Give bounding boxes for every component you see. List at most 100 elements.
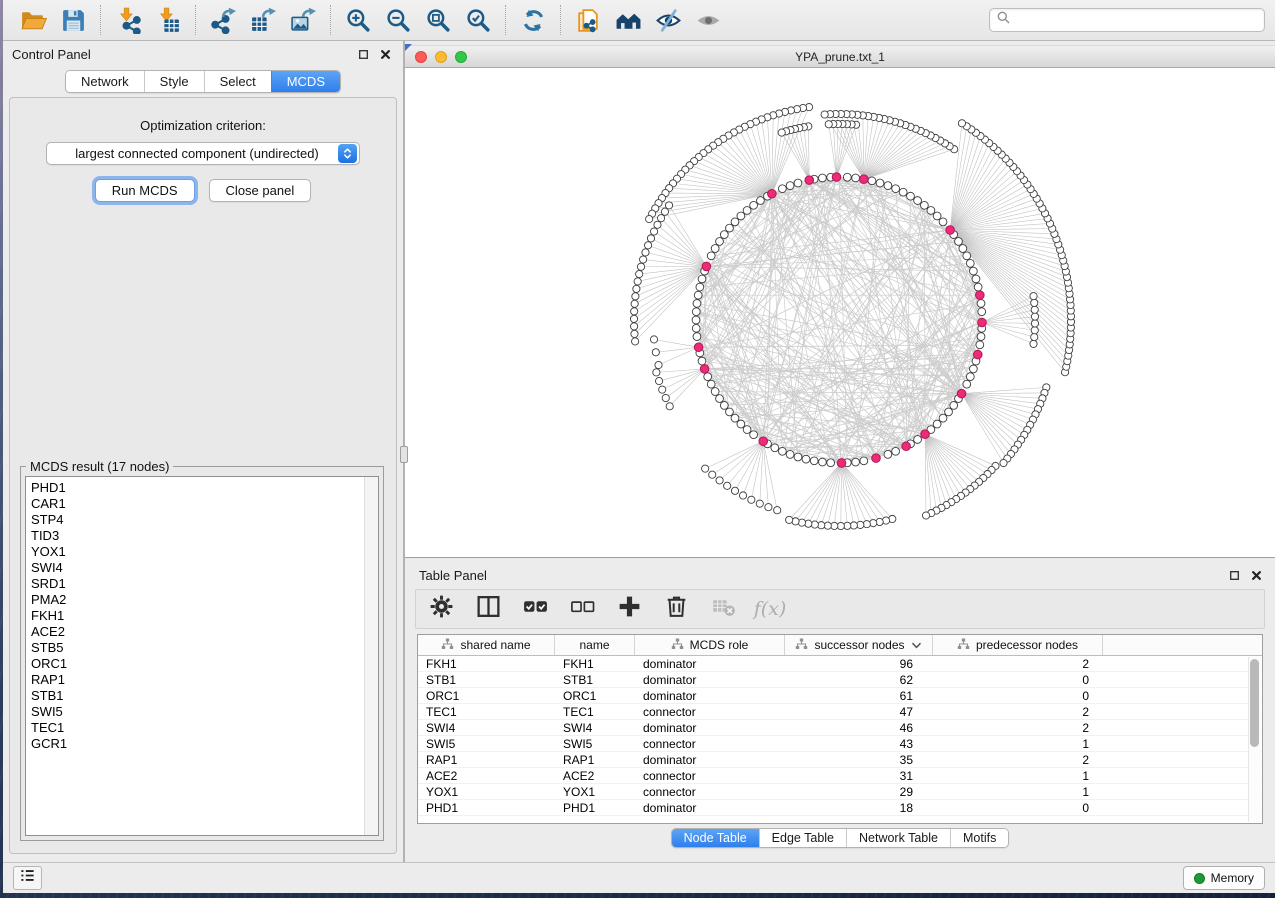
toolbar-separator: [505, 5, 506, 35]
memory-button[interactable]: Memory: [1183, 866, 1265, 890]
import-network-button[interactable]: [108, 2, 148, 38]
search-field[interactable]: [989, 8, 1265, 32]
save-session-button[interactable]: [53, 2, 93, 38]
column-header-name[interactable]: name: [555, 635, 635, 655]
tab-style[interactable]: Style: [144, 71, 204, 92]
refresh-layout-icon: [520, 7, 547, 34]
table-row[interactable]: PHD1PHD1dominator180: [418, 800, 1262, 816]
column-header-predecessor-nodes[interactable]: predecessor nodes: [933, 635, 1103, 655]
mcds-result-item[interactable]: SRD1: [31, 576, 378, 592]
mcds-result-item[interactable]: SWI5: [31, 704, 378, 720]
float-panel-icon[interactable]: [358, 49, 369, 60]
network-overview-icon: [615, 7, 642, 34]
zoom-selected-button[interactable]: [458, 2, 498, 38]
export-image-button[interactable]: [283, 2, 323, 38]
mcds-result-item[interactable]: STB5: [31, 640, 378, 656]
mcds-result-item[interactable]: GCR1: [31, 736, 378, 752]
mcds-result-item[interactable]: YOX1: [31, 544, 378, 560]
column-header-successor-nodes[interactable]: successor nodes: [785, 635, 933, 655]
main-toolbar: [3, 0, 1275, 41]
table-row[interactable]: SWI5SWI5connector431: [418, 736, 1262, 752]
export-network-button[interactable]: [203, 2, 243, 38]
tab-edge-table[interactable]: Edge Table: [759, 829, 846, 847]
network-window-title: YPA_prune.txt_1: [405, 50, 1275, 64]
mcds-result-item[interactable]: TEC1: [31, 720, 378, 736]
tab-node-table[interactable]: Node Table: [672, 829, 759, 847]
network-canvas[interactable]: [405, 68, 1274, 557]
float-table-panel-icon[interactable]: [1229, 570, 1240, 581]
mcds-result-item[interactable]: STP4: [31, 512, 378, 528]
table-cell: 0: [933, 673, 1103, 687]
mcds-result-item[interactable]: FKH1: [31, 608, 378, 624]
close-panel-icon[interactable]: [380, 49, 391, 60]
open-file-button[interactable]: [13, 2, 53, 38]
mcds-result-item[interactable]: STB1: [31, 688, 378, 704]
mcds-result-item[interactable]: PHD1: [31, 480, 378, 496]
tab-motifs[interactable]: Motifs: [950, 829, 1008, 847]
delete-columns-button[interactable]: [663, 596, 689, 622]
zoom-in-button[interactable]: [338, 2, 378, 38]
table-row[interactable]: YOX1YOX1connector291: [418, 784, 1262, 800]
tab-mcds[interactable]: MCDS: [271, 71, 340, 92]
function-builder-icon: f(x): [754, 598, 787, 620]
criterion-dropdown[interactable]: largest connected component (undirected): [46, 142, 360, 165]
close-panel-button[interactable]: Close panel: [209, 179, 312, 202]
hide-selected-button[interactable]: [648, 2, 688, 38]
mcds-result-item[interactable]: PMA2: [31, 592, 378, 608]
tab-network-table[interactable]: Network Table: [846, 829, 950, 847]
table-row[interactable]: FKH1FKH1dominator962: [418, 656, 1262, 672]
column-label: predecessor nodes: [976, 638, 1078, 652]
export-table-button[interactable]: [243, 2, 283, 38]
save-session-icon: [60, 7, 87, 34]
tab-select[interactable]: Select: [204, 71, 271, 92]
mcds-result-item[interactable]: ORC1: [31, 656, 378, 672]
network-overview-button[interactable]: [608, 2, 648, 38]
search-input[interactable]: [1015, 13, 1257, 27]
table-cell: connector: [635, 705, 785, 719]
table-row[interactable]: RAP1RAP1dominator352: [418, 752, 1262, 768]
mcds-result-item[interactable]: RAP1: [31, 672, 378, 688]
deselect-all-rows-icon: [569, 593, 596, 625]
table-cell: SWI5: [555, 737, 635, 751]
table-row[interactable]: TEC1TEC1connector472: [418, 704, 1262, 720]
zoom-fit-button[interactable]: [418, 2, 458, 38]
mcds-result-item[interactable]: CAR1: [31, 496, 378, 512]
column-header-shared-name[interactable]: shared name: [418, 635, 555, 655]
mcds-result-item[interactable]: SWI4: [31, 560, 378, 576]
network-window-titlebar[interactable]: YPA_prune.txt_1: [405, 45, 1275, 68]
table-cell: FKH1: [418, 657, 555, 671]
table-row[interactable]: SWI4SWI4dominator462: [418, 720, 1262, 736]
table-settings-button[interactable]: [428, 596, 454, 622]
application-window: Control Panel NetworkStyleSelectMCDS Opt…: [3, 0, 1275, 893]
mcds-list-scrollbar[interactable]: [364, 477, 378, 835]
table-row[interactable]: ACE2ACE2connector311: [418, 768, 1262, 784]
table-row[interactable]: STB1STB1dominator620: [418, 672, 1262, 688]
sort-chevron-icon[interactable]: [911, 638, 922, 652]
column-header-MCDS-role[interactable]: MCDS role: [635, 635, 785, 655]
mcds-result-item[interactable]: TID3: [31, 528, 378, 544]
select-all-rows-button[interactable]: [522, 596, 548, 622]
panels-menu-button[interactable]: [13, 866, 42, 890]
import-table-icon: [155, 7, 182, 34]
list-icon: [19, 868, 36, 888]
import-table-button[interactable]: [148, 2, 188, 38]
add-column-button[interactable]: [616, 596, 642, 622]
clone-network-button[interactable]: [568, 2, 608, 38]
tab-network[interactable]: Network: [66, 71, 144, 92]
deselect-all-rows-button[interactable]: [569, 596, 595, 622]
table-cell: dominator: [635, 753, 785, 767]
show-hidden-button: [688, 2, 728, 38]
toolbar-separator: [100, 5, 101, 35]
zoom-out-button[interactable]: [378, 2, 418, 38]
mcds-result-list[interactable]: PHD1CAR1STP4TID3YOX1SWI4SRD1PMA2FKH1ACE2…: [25, 476, 379, 836]
toggle-column-pane-button[interactable]: [475, 596, 501, 622]
mcds-result-item[interactable]: ACE2: [31, 624, 378, 640]
close-table-panel-icon[interactable]: [1251, 570, 1262, 581]
table-scrollbar[interactable]: [1248, 657, 1261, 822]
run-mcds-button[interactable]: Run MCDS: [95, 179, 195, 202]
table-scrollbar-thumb[interactable]: [1250, 659, 1259, 747]
panel-splitter-grip[interactable]: [400, 446, 408, 463]
refresh-layout-button[interactable]: [513, 2, 553, 38]
table-cell: FKH1: [555, 657, 635, 671]
table-row[interactable]: ORC1ORC1dominator610: [418, 688, 1262, 704]
